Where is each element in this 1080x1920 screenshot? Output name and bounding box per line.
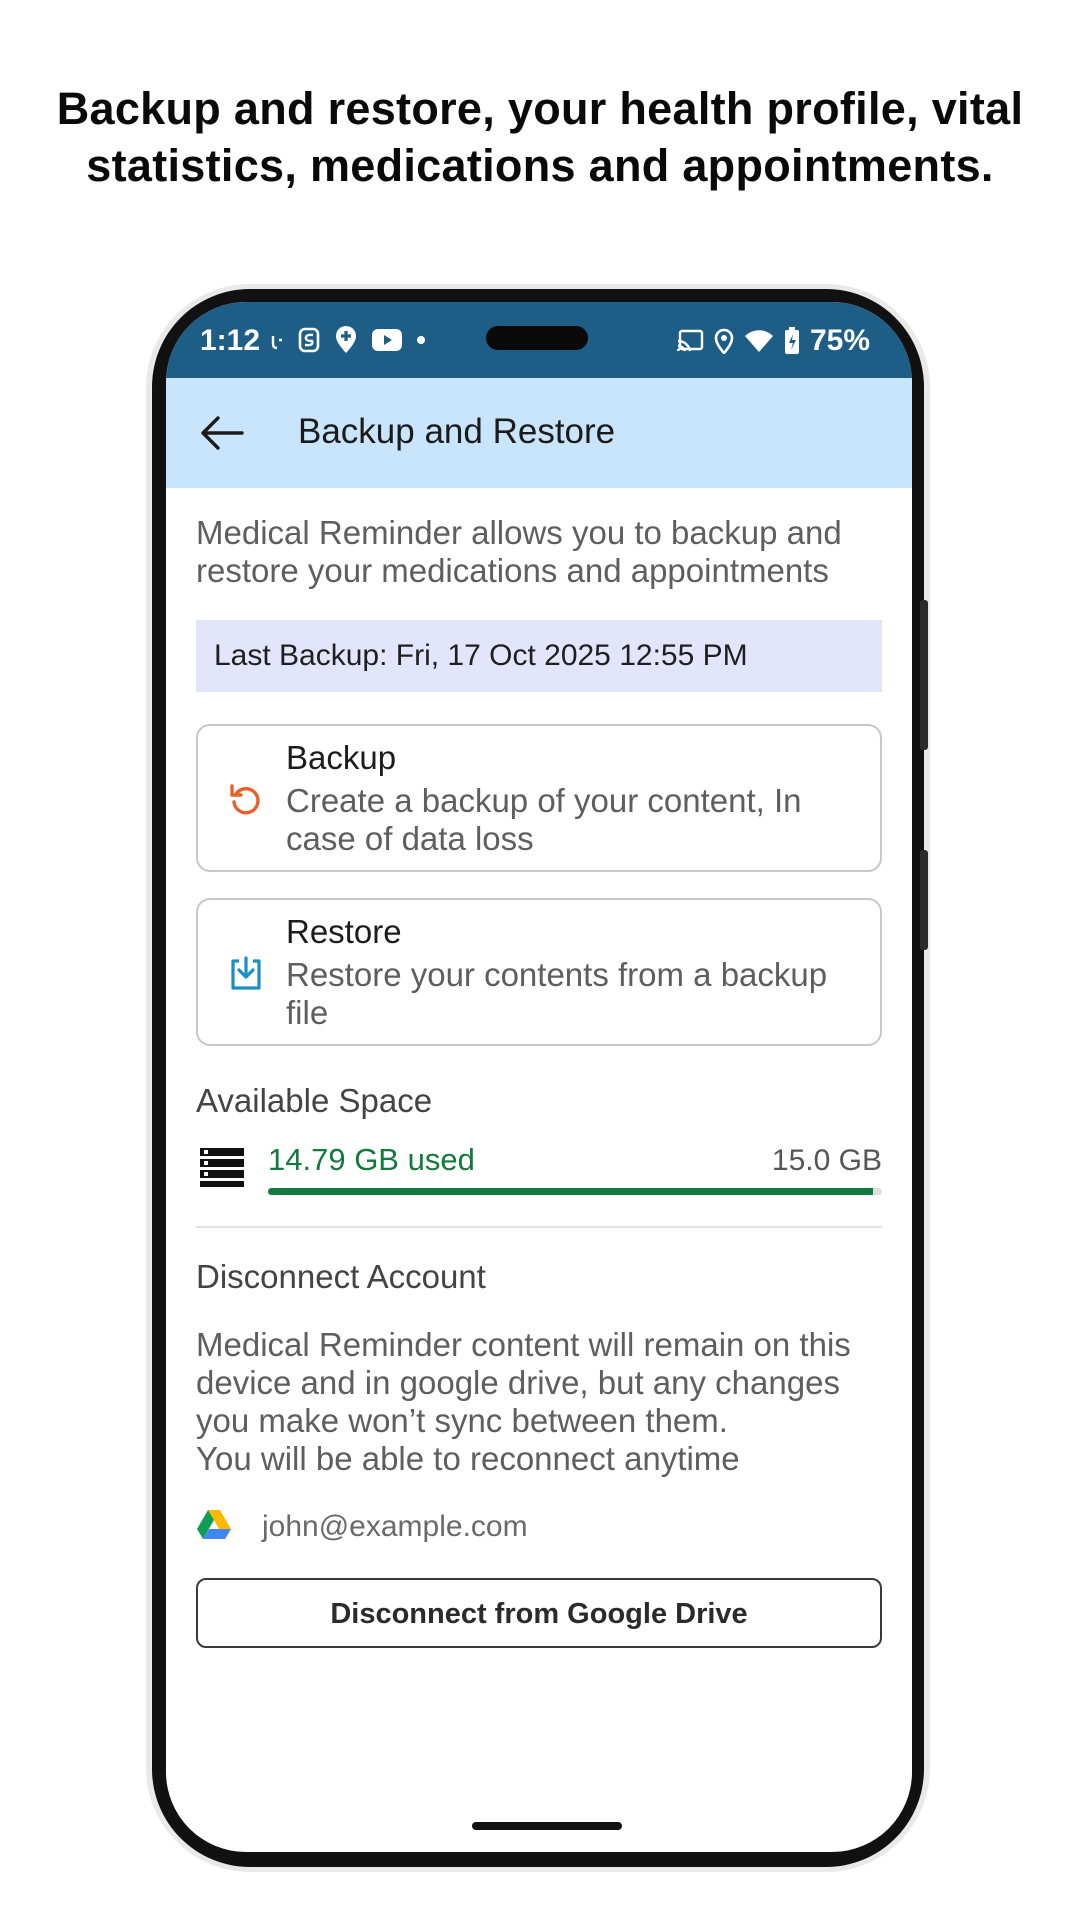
page-title: Backup and Restore (298, 412, 616, 451)
download-icon (231, 956, 261, 990)
phone-screen: 1:12 75% Backup and Restore Medical Remi… (166, 302, 912, 1852)
headline-line-2: statistics, medications and appointments… (86, 140, 994, 191)
app-bar: Backup and Restore (166, 378, 912, 488)
headline: Backup and restore, your health profile,… (0, 80, 1080, 194)
refresh-icon (230, 784, 260, 815)
disconnect-description: Medical Reminder content will remain on … (196, 1326, 851, 1477)
status-right-icons: 75% (676, 324, 870, 358)
backup-subtitle: Create a backup of your content, In case… (286, 782, 802, 857)
status-bar: 1:12 75% (166, 302, 912, 378)
intro-text: Medical Reminder allows you to backup an… (196, 514, 842, 589)
main-content: Medical Reminder allows you to backup an… (196, 514, 882, 1648)
storage-progress-fill (268, 1188, 874, 1195)
location-icon (714, 328, 734, 354)
account-email: john@example.com (262, 1510, 528, 1543)
restore-card-text: Restore Restore your contents from a bac… (286, 912, 860, 1032)
google-drive-icon (197, 1510, 231, 1539)
last-backup-banner: Last Backup: Fri, 17 Oct 2025 12:55 PM (196, 620, 882, 692)
restore-title: Restore (286, 913, 402, 950)
disconnect-google-drive-button[interactable]: Disconnect from Google Drive (196, 1578, 882, 1648)
backup-title: Backup (286, 739, 397, 776)
location-plus-icon (336, 326, 356, 353)
phone-side-button-power (920, 600, 928, 750)
wifi-icon (744, 330, 773, 352)
storage-icon (200, 1148, 244, 1187)
status-time: 1:12 (200, 324, 261, 357)
divider (196, 1226, 882, 1228)
battery-icon (784, 327, 799, 354)
storage-usage: 14.79 GB used 15.0 GB (196, 1138, 882, 1204)
back-arrow-icon[interactable] (200, 414, 244, 452)
notification-icon (271, 336, 282, 350)
status-left-icons (270, 326, 426, 354)
home-indicator[interactable] (472, 1822, 622, 1830)
restore-subtitle: Restore your contents from a backup file (286, 956, 828, 1031)
available-space-title: Available Space (196, 1082, 433, 1119)
account-row: john@example.com (196, 1504, 882, 1554)
front-camera (486, 326, 588, 350)
restore-card[interactable]: Restore Restore your contents from a bac… (196, 898, 882, 1046)
dot-icon (417, 336, 425, 344)
headline-line-1: Backup and restore, your health profile,… (56, 83, 1024, 134)
youtube-icon (372, 329, 402, 351)
storage-progress-bar (268, 1188, 882, 1195)
phone-side-button-volume (920, 850, 928, 950)
cast-icon (676, 329, 704, 352)
backup-card-text: Backup Create a backup of your content, … (286, 738, 860, 858)
battery-percent: 75% (809, 324, 870, 357)
space-total-label: 15.0 GB (771, 1144, 882, 1177)
s-app-icon (298, 327, 320, 353)
backup-card[interactable]: Backup Create a backup of your content, … (196, 724, 882, 872)
disconnect-account-title: Disconnect Account (196, 1258, 486, 1295)
space-used-label: 14.79 GB used (268, 1142, 475, 1177)
